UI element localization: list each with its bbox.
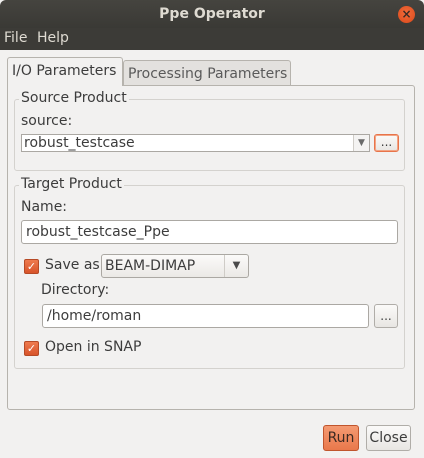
chevron-down-icon: ▼ [224,255,248,277]
directory-label: Directory: [41,282,110,298]
format-value: BEAM-DIMAP [105,258,196,274]
directory-browse-button[interactable]: ... [374,304,398,328]
title-bar: Ppe Operator × [0,0,424,28]
directory-field[interactable]: /home/roman [42,304,369,328]
tab-processing-parameters[interactable]: Processing Parameters [123,60,291,86]
source-product-combo[interactable]: robust_testcase ▼ [21,134,370,152]
name-label: Name: [21,199,68,215]
save-as-checkbox[interactable]: ✓ [24,259,39,274]
source-product-value: robust_testcase [24,135,135,151]
source-browse-button[interactable]: ... [374,134,399,152]
name-field[interactable]: robust_testcase_Ppe [21,220,398,244]
format-select[interactable]: BEAM-DIMAP ▼ [101,254,249,278]
chevron-down-icon: ▼ [353,135,369,151]
open-in-snap-label: Open in SNAP [45,339,142,355]
tab-io-parameters[interactable]: I/O Parameters [7,57,123,86]
target-product-title: Target Product [19,176,124,192]
menu-file[interactable]: File [4,30,27,46]
menu-help[interactable]: Help [37,30,69,46]
close-button[interactable]: Close [366,425,411,451]
open-in-snap-checkbox[interactable]: ✓ [24,341,39,356]
menu-bar: File Help [0,28,424,50]
run-button[interactable]: Run [323,425,359,451]
save-as-label: Save as: [45,257,105,273]
window-close-button[interactable]: × [398,6,415,23]
window-title: Ppe Operator [159,6,265,22]
source-label: source: [21,113,73,129]
source-product-title: Source Product [19,90,129,106]
